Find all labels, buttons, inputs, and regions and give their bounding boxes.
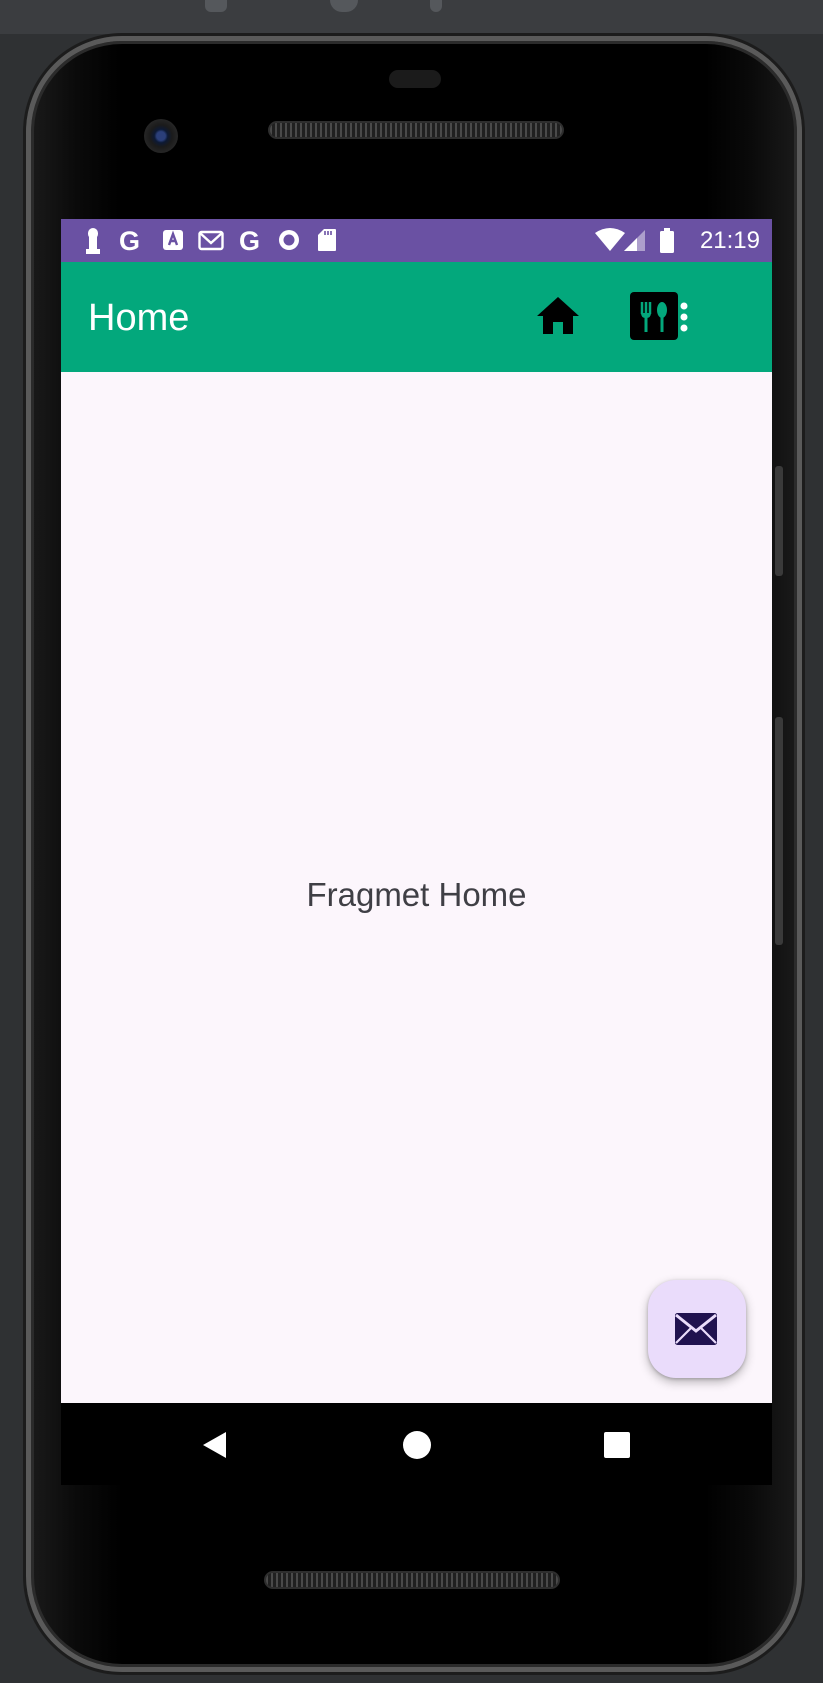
google-icon: G bbox=[119, 226, 141, 256]
back-button[interactable] bbox=[201, 1431, 227, 1464]
overflow-menu-icon[interactable] bbox=[678, 302, 690, 337]
circle-icon bbox=[277, 228, 301, 254]
home-button[interactable] bbox=[402, 1430, 432, 1465]
strip-mark bbox=[430, 0, 442, 12]
sd-card-icon bbox=[317, 228, 337, 254]
front-camera bbox=[144, 119, 178, 153]
fragment-label: Fragmet Home bbox=[306, 876, 527, 913]
device-screen: G G 21:19 Home Fragmet Home bbox=[61, 219, 772, 1403]
key-icon bbox=[85, 228, 101, 254]
restaurant-icon[interactable] bbox=[630, 292, 678, 345]
strip-mark bbox=[330, 0, 358, 12]
accessibility-icon bbox=[162, 228, 184, 254]
app-bar: Home bbox=[61, 262, 772, 372]
google-icon: G bbox=[239, 226, 261, 256]
status-bar: G G 21:19 bbox=[61, 219, 772, 262]
signal-icon bbox=[623, 228, 647, 254]
status-time: 21:19 bbox=[699, 227, 760, 254]
strip-mark bbox=[205, 0, 227, 12]
fragment-content: Fragmet Home bbox=[61, 372, 772, 1403]
email-fab[interactable] bbox=[648, 1280, 746, 1378]
home-icon[interactable] bbox=[535, 294, 581, 341]
power-button[interactable] bbox=[775, 466, 783, 576]
top-speaker bbox=[268, 121, 564, 139]
navigation-bar bbox=[61, 1403, 772, 1485]
app-bar-title: Home bbox=[88, 297, 190, 339]
wifi-icon bbox=[595, 228, 625, 254]
emulator-top-strip bbox=[0, 0, 823, 34]
battery-icon bbox=[659, 228, 675, 254]
email-icon bbox=[674, 1312, 718, 1351]
recents-button[interactable] bbox=[603, 1431, 631, 1464]
bottom-speaker bbox=[264, 1571, 560, 1589]
gmail-icon bbox=[198, 228, 224, 254]
proximity-sensor bbox=[389, 70, 441, 88]
volume-rocker[interactable] bbox=[775, 717, 783, 945]
